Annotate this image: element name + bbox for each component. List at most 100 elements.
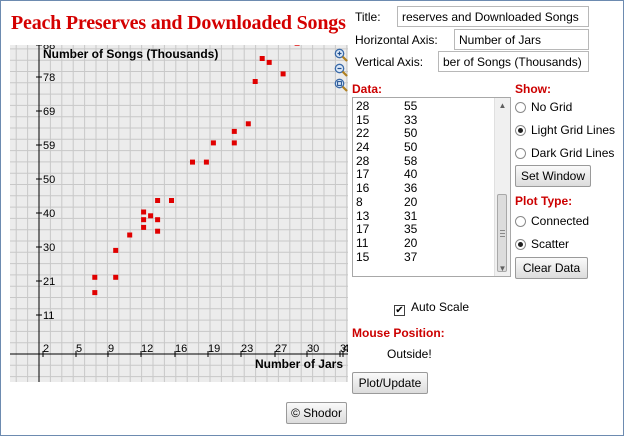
scatter-plot[interactable]: 112130405059697888259121619232730334Numb… xyxy=(10,45,348,382)
data-x-value: 17 xyxy=(356,222,370,237)
data-x-value: 28 xyxy=(356,153,370,168)
data-x-value: 28 xyxy=(356,99,370,113)
data-point xyxy=(294,45,300,46)
data-point xyxy=(190,159,195,165)
set-window-button[interactable]: Set Window xyxy=(515,165,591,187)
data-y-value: 36 xyxy=(404,181,418,196)
x-tick-label: 30 xyxy=(307,343,319,355)
data-point xyxy=(141,224,147,230)
data-y-value: 33 xyxy=(404,112,418,127)
plot-update-button[interactable]: Plot/Update xyxy=(352,372,428,394)
x-tick-label: 19 xyxy=(208,343,220,355)
zoom-fit-icon[interactable] xyxy=(334,78,348,92)
data-x-value: 15 xyxy=(356,249,370,264)
horizontal-axis-input[interactable]: Number of Jars xyxy=(454,29,589,50)
x-tick-label: 12 xyxy=(141,343,153,355)
radio-connected[interactable]: Connected xyxy=(515,214,589,228)
data-y-value: 50 xyxy=(404,140,418,155)
data-point xyxy=(266,59,272,65)
data-x-value: 15 xyxy=(356,112,370,127)
data-y-value: 35 xyxy=(404,222,418,237)
data-rows: 28 55 15 33 22 50 24 50 28 58 17 40 16 36 8 20 13 31 17 35 1… xyxy=(356,99,418,265)
data-point xyxy=(231,140,237,146)
x-tick-label: 9 xyxy=(108,343,114,355)
data-row: 22 50 xyxy=(356,127,417,141)
clear-data-button[interactable]: Clear Data xyxy=(515,257,588,279)
x-tick-label: 5 xyxy=(76,343,82,355)
data-x-value: 16 xyxy=(356,181,370,196)
x-tick-label: 27 xyxy=(275,343,287,355)
data-row: 17 35 xyxy=(356,222,418,237)
x-tick-label: 16 xyxy=(175,343,187,355)
graph-area[interactable]: 112130405059697888259121619232730334Numb… xyxy=(10,45,348,382)
y-tick-label: 30 xyxy=(43,242,55,254)
vertical-axis-label: Vertical Axis: xyxy=(355,55,424,69)
y-tick-label: 78 xyxy=(43,72,55,84)
radio-dark-grid-indicator[interactable] xyxy=(515,148,526,159)
x-tick-label: 23 xyxy=(241,343,253,355)
radio-light-grid[interactable]: Light Grid Lines xyxy=(515,123,615,137)
data-point xyxy=(259,56,265,61)
data-point xyxy=(148,213,154,219)
data-y-value: 40 xyxy=(404,167,418,182)
title-input[interactable]: reserves and Downloaded Songs xyxy=(397,6,589,27)
data-y-value: 50 xyxy=(404,126,418,141)
radio-no-grid-indicator[interactable] xyxy=(515,102,526,113)
data-x-value: 11 xyxy=(356,235,369,250)
data-point xyxy=(113,274,119,280)
data-scrollbar[interactable]: ▲ ▼ xyxy=(494,98,510,276)
data-x-value: 13 xyxy=(356,208,370,223)
data-point xyxy=(203,159,209,165)
x-axis-label: Number of Jars xyxy=(255,357,343,371)
data-point xyxy=(92,274,98,280)
page-title: Peach Preserves and Downloaded Songs xyxy=(11,12,346,34)
data-point xyxy=(127,232,133,238)
data-point xyxy=(169,198,174,203)
radio-light-grid-indicator[interactable] xyxy=(515,125,526,136)
data-row: 15 33 xyxy=(356,112,418,128)
data-row: 11 20 xyxy=(356,235,418,251)
data-x-value: 17 xyxy=(356,167,370,182)
x-tick-label: 4 xyxy=(343,343,348,355)
data-point xyxy=(155,228,161,234)
radio-connected-indicator[interactable] xyxy=(515,216,526,227)
radio-dark-grid[interactable]: Dark Grid Lines xyxy=(515,146,614,160)
data-y-value: 31 xyxy=(404,208,418,223)
grid-lines xyxy=(10,45,348,382)
data-point xyxy=(113,247,119,253)
x-tick-label: 2 xyxy=(43,343,49,355)
data-row: 15 37 xyxy=(356,249,417,265)
y-tick-label: 50 xyxy=(43,174,55,186)
horizontal-axis-label: Horizontal Axis: xyxy=(355,33,438,47)
data-row: 24 50 xyxy=(356,140,418,155)
y-axis-label: Number of Songs (Thousands) xyxy=(43,47,218,61)
zoom-out-icon[interactable] xyxy=(334,63,348,77)
scroll-down-icon[interactable]: ▼ xyxy=(495,261,510,276)
radio-no-grid[interactable]: No Grid xyxy=(515,100,572,114)
y-tick-label: 40 xyxy=(43,208,55,220)
data-row: 16 36 xyxy=(356,181,418,196)
data-point xyxy=(141,209,147,215)
zoom-in-icon[interactable] xyxy=(334,48,348,62)
scroll-up-icon[interactable]: ▲ xyxy=(495,98,510,113)
data-row: 28 55 xyxy=(356,99,418,114)
y-tick-label: 11 xyxy=(43,310,54,322)
data-x-value: 24 xyxy=(356,140,370,155)
mouse-position-label: Mouse Position: xyxy=(352,326,445,340)
show-label: Show: xyxy=(515,82,551,96)
vertical-axis-input[interactable]: ber of Songs (Thousands) xyxy=(438,51,589,72)
checkbox-check-icon[interactable]: ✔ xyxy=(394,305,405,316)
data-row: 28 58 xyxy=(356,153,417,169)
data-y-value: 20 xyxy=(404,235,418,250)
radio-scatter-indicator[interactable] xyxy=(515,239,526,250)
data-point xyxy=(280,71,286,77)
shodor-button[interactable]: © Shodor xyxy=(286,402,347,424)
radio-scatter[interactable]: Scatter xyxy=(515,237,569,251)
title-field-label: Title: xyxy=(355,10,381,24)
data-y-value: 55 xyxy=(404,99,418,113)
data-point xyxy=(245,121,251,127)
data-point xyxy=(155,217,161,223)
data-textarea[interactable]: 28 55 15 33 22 50 24 50 28 58 17 40 16 36 8 20 13 31 17 35 1… xyxy=(352,97,511,277)
auto-scale-checkbox[interactable]: ✔ Auto Scale xyxy=(394,300,469,316)
data-row: 17 40 xyxy=(356,168,417,182)
